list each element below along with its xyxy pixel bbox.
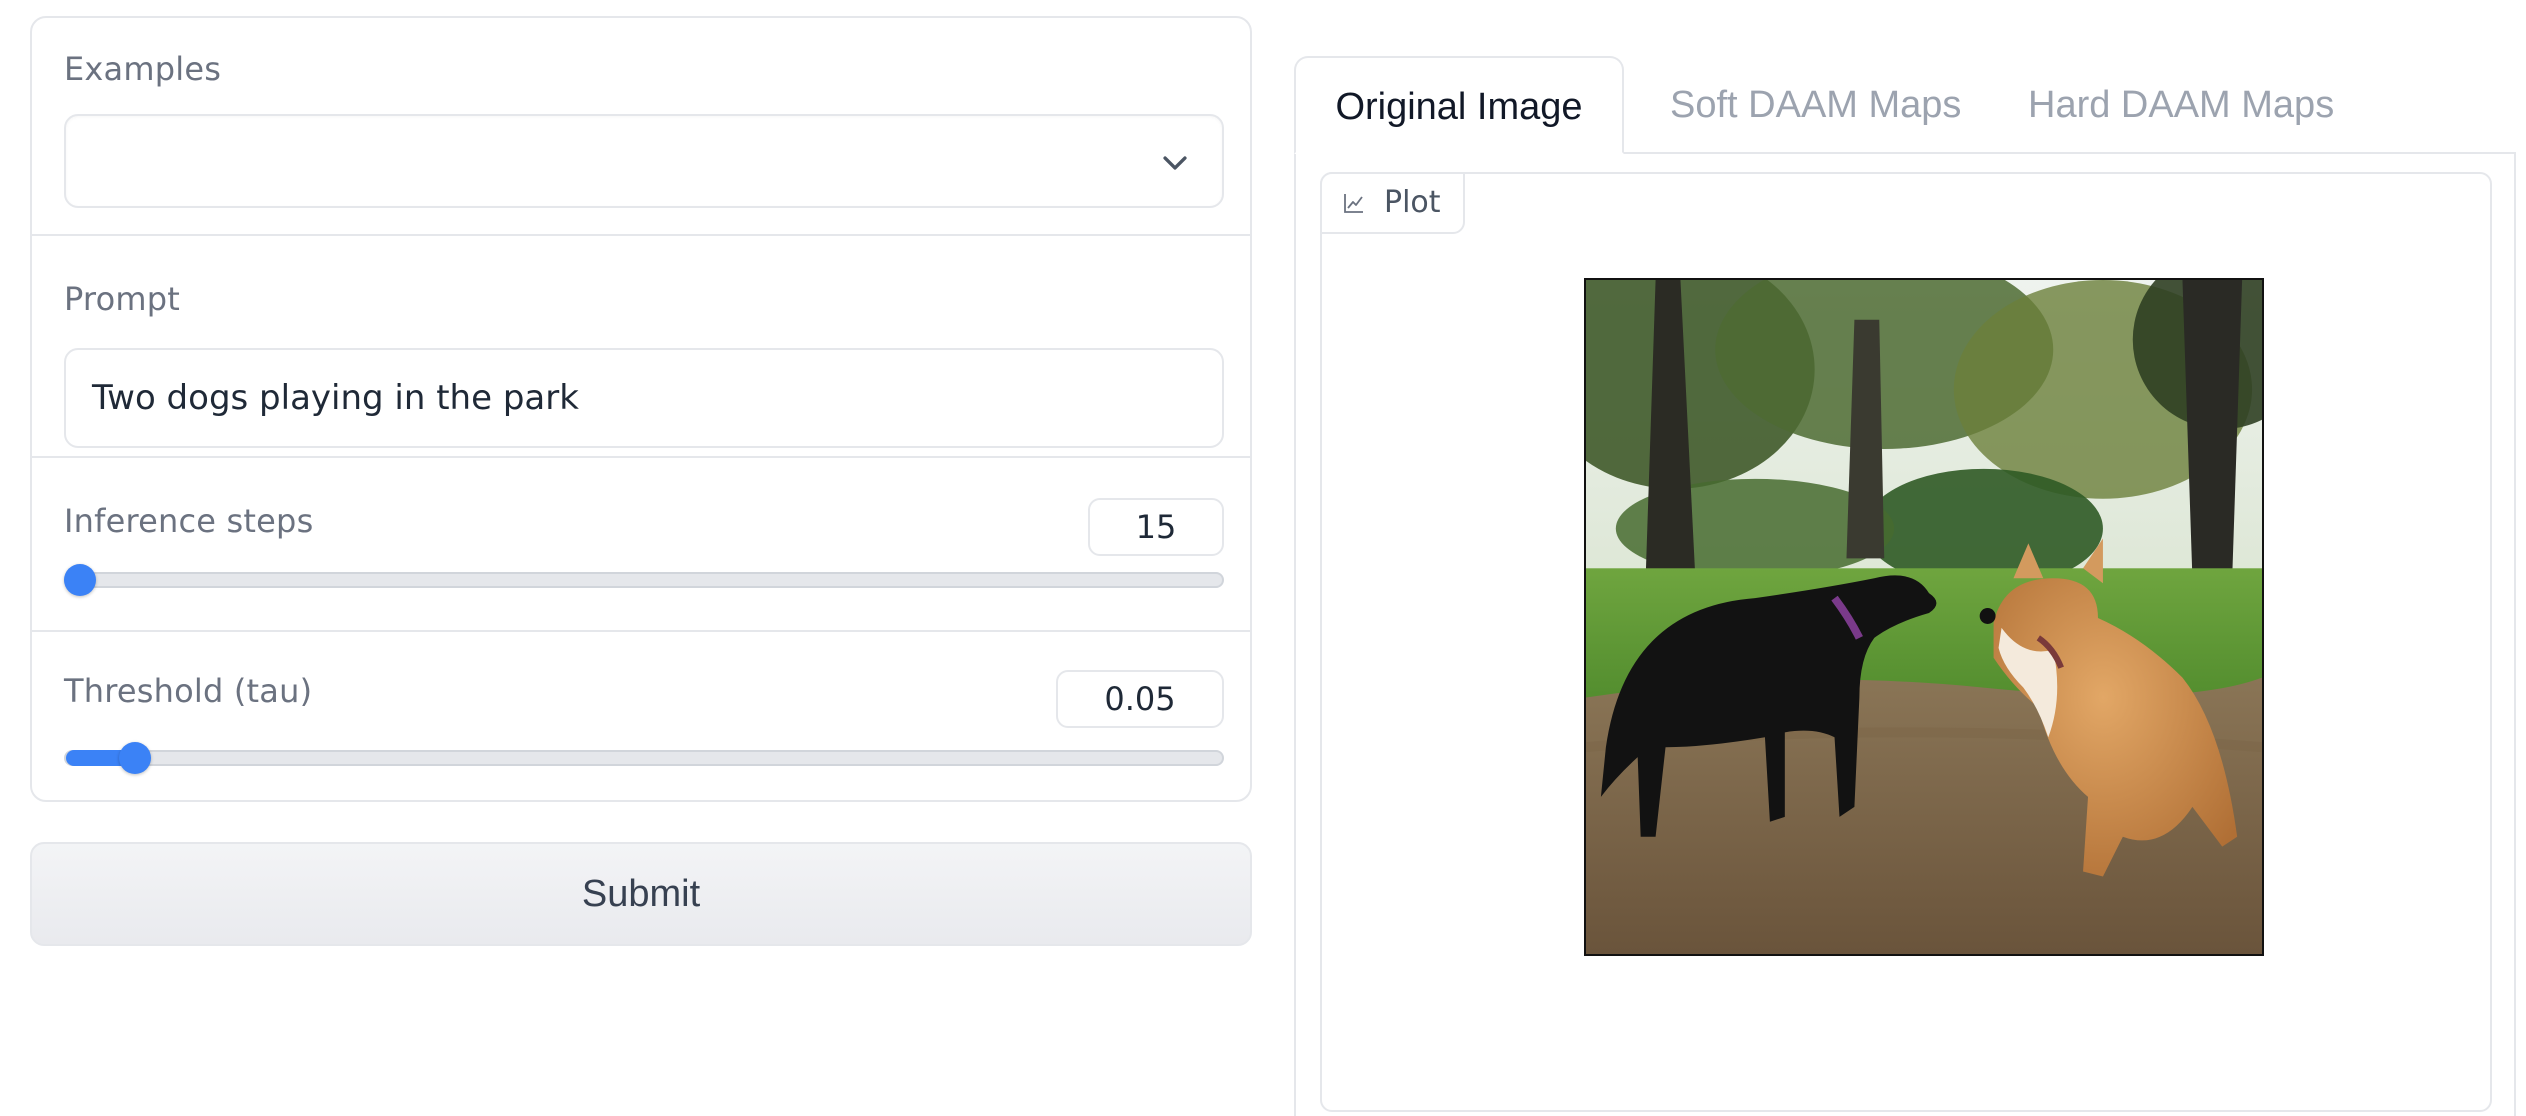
generated-image <box>1584 278 2264 956</box>
inference-steps-slider[interactable] <box>64 564 1224 596</box>
tab-panel-original-image: Plot <box>1294 152 2516 1116</box>
inference-steps-number-input[interactable]: 15 <box>1088 498 1224 556</box>
chevron-down-icon <box>1163 156 1187 170</box>
inference-steps-slider-thumb[interactable] <box>64 564 96 596</box>
input-form: Examples Prompt Two dogs playing in the … <box>30 16 1252 802</box>
examples-label: Examples <box>64 50 222 88</box>
inference-steps-label: Inference steps <box>64 502 314 540</box>
plot-container: Plot <box>1320 172 2492 1112</box>
examples-block: Examples <box>32 18 1250 236</box>
prompt-input[interactable]: Two dogs playing in the park <box>64 348 1224 448</box>
prompt-block: Prompt Two dogs playing in the park <box>32 236 1250 458</box>
plot-label-badge: Plot <box>1320 172 1465 234</box>
tab-hard-daam-maps[interactable]: Hard DAAM Maps <box>2028 56 2334 154</box>
tab-original-image[interactable]: Original Image <box>1294 56 1624 154</box>
inference-steps-block: Inference steps 15 <box>32 458 1250 632</box>
tab-bar: Original Image Soft DAAM Maps Hard DAAM … <box>1294 56 2516 154</box>
threshold-label: Threshold (tau) <box>64 672 313 710</box>
app-root: Examples Prompt Two dogs playing in the … <box>0 0 2526 1116</box>
prompt-label: Prompt <box>64 280 180 318</box>
threshold-slider-thumb[interactable] <box>119 742 152 774</box>
threshold-slider[interactable] <box>64 742 1224 774</box>
examples-dropdown[interactable] <box>64 114 1224 208</box>
threshold-block: Threshold (tau) 0.05 <box>32 632 1250 800</box>
output-tabs: Original Image Soft DAAM Maps Hard DAAM … <box>1294 56 2516 1116</box>
submit-button[interactable]: Submit <box>30 842 1252 946</box>
plot-label-text: Plot <box>1384 185 1441 220</box>
tab-soft-daam-maps[interactable]: Soft DAAM Maps <box>1670 56 1961 154</box>
chart-icon <box>1344 194 1363 213</box>
threshold-number-input[interactable]: 0.05 <box>1056 670 1224 728</box>
